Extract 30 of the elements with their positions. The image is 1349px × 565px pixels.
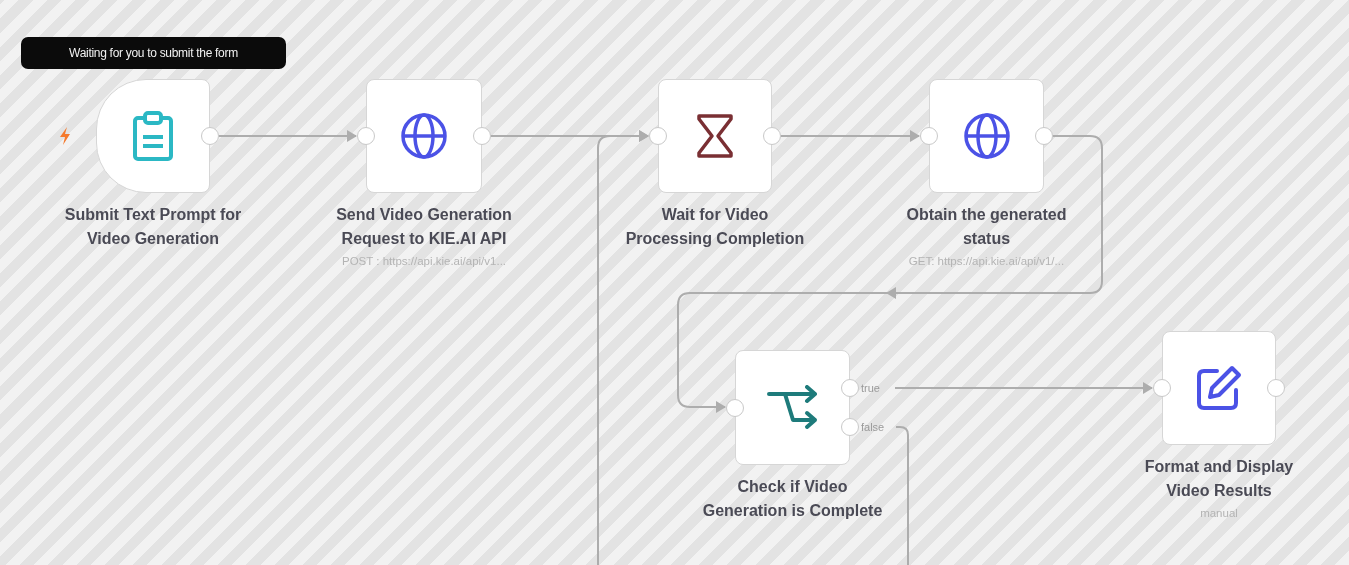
input-handle[interactable] [649,127,667,145]
tooltip: Waiting for you to submit the form [21,37,286,69]
edit-icon [1195,364,1243,412]
input-handle[interactable] [1153,379,1171,397]
node-title: Submit Text Prompt for Video Generation [63,205,243,249]
workflow-node[interactable] [658,79,772,193]
clipboard-icon [130,110,176,162]
globe-icon [962,112,1011,160]
node-subtitle: POST : https://api.kie.ai/api/v1... [341,255,507,267]
input-handle[interactable] [726,398,744,417]
port-label: false [861,420,885,435]
workflow-node[interactable] [96,79,210,193]
workflow-node[interactable] [1162,331,1276,445]
node-title: Send Video Generation Request to KIE.AI API [335,205,513,249]
node-subtitle: manual [1200,507,1238,519]
branch-arrows-icon [766,384,819,431]
port-label: true [861,381,880,396]
node-title: Wait for Video Processing Completion [624,205,806,249]
hourglass-icon [696,113,734,159]
workflow-node[interactable] [735,350,850,465]
input-handle[interactable] [357,127,375,145]
node-subtitle: GET: https://api.kie.ai/api/v1/... [908,255,1065,267]
workflow-node[interactable] [929,79,1044,193]
node-title: Check if Video Generation is Complete [701,477,884,521]
node-title: Format and Display Video Results [1143,457,1295,501]
node-title: Obtain the generated status [905,205,1068,249]
workflow-node[interactable] [366,79,482,193]
input-handle[interactable] [920,127,938,145]
globe-icon [400,112,448,160]
lightning-icon [58,126,72,146]
